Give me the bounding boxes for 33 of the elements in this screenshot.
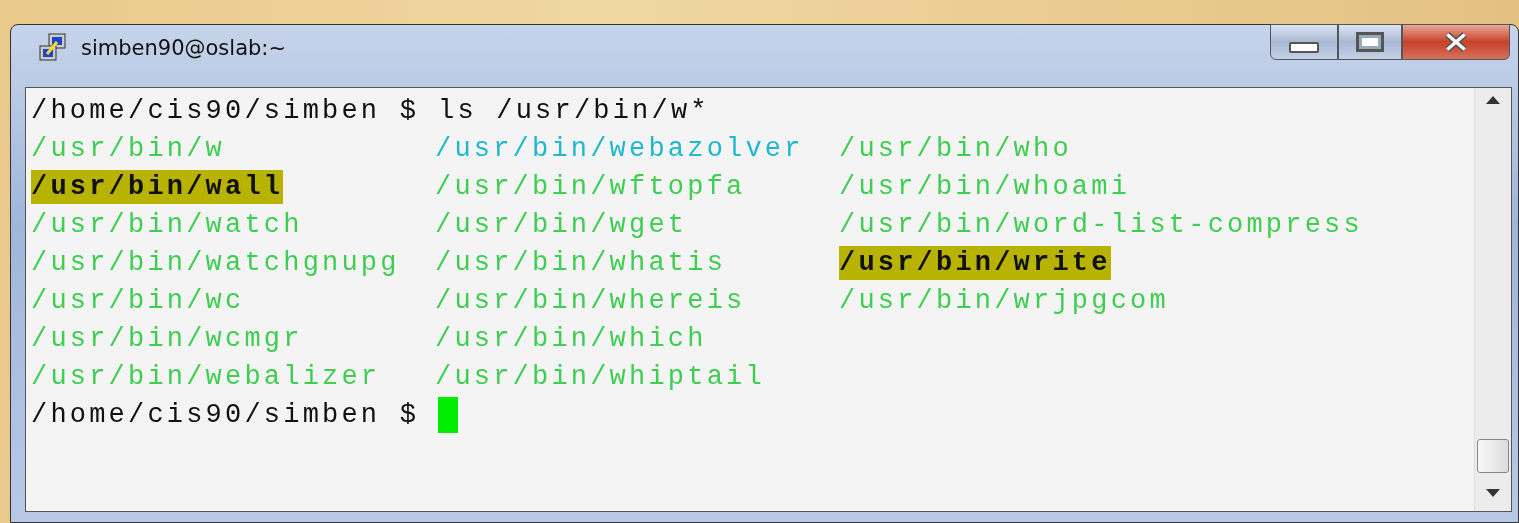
file-name: /usr/bin/write bbox=[839, 246, 1111, 280]
scroll-thumb[interactable] bbox=[1477, 439, 1509, 473]
file-name: /usr/bin/whatis bbox=[435, 247, 727, 280]
scroll-up-icon[interactable] bbox=[1486, 96, 1500, 104]
file-name: /usr/bin/whiptail bbox=[435, 361, 765, 394]
file-name: /usr/bin/wget bbox=[435, 209, 688, 242]
maximize-button[interactable] bbox=[1338, 24, 1402, 60]
window-title: simben90@oslab:~ bbox=[81, 36, 286, 60]
command-text: ls /usr/bin/w* bbox=[438, 95, 710, 128]
file-name: /usr/bin/who bbox=[839, 133, 1072, 166]
shell-prompt: /home/cis90/simben $ bbox=[31, 399, 420, 432]
close-icon bbox=[1443, 31, 1469, 53]
file-name: /usr/bin/wc bbox=[31, 285, 245, 318]
file-name: /usr/bin/wrjpgcom bbox=[839, 285, 1169, 318]
file-name: /usr/bin/w bbox=[31, 133, 226, 166]
file-name: /usr/bin/webalizer bbox=[31, 361, 381, 394]
computers-icon bbox=[37, 32, 69, 64]
scroll-down-icon[interactable] bbox=[1486, 489, 1500, 497]
file-name: /usr/bin/whereis bbox=[435, 285, 746, 318]
file-name: /usr/bin/which bbox=[435, 323, 707, 356]
shell-prompt: /home/cis90/simben $ bbox=[31, 95, 420, 128]
file-name: /usr/bin/watch bbox=[31, 209, 303, 242]
file-name: /usr/bin/wftopfa bbox=[435, 171, 746, 204]
file-name: /usr/bin/watchgnupg bbox=[31, 247, 400, 280]
file-name: /usr/bin/webazolver bbox=[435, 133, 804, 166]
file-name: /usr/bin/wcmgr bbox=[31, 323, 303, 356]
text-cursor bbox=[438, 397, 459, 433]
file-name: /usr/bin/word-list-compress bbox=[839, 209, 1363, 242]
file-name: /usr/bin/whoami bbox=[839, 171, 1131, 204]
scrollbar[interactable] bbox=[1474, 88, 1511, 511]
close-button[interactable] bbox=[1402, 24, 1510, 60]
file-name: /usr/bin/wall bbox=[31, 170, 284, 204]
minimize-button[interactable] bbox=[1270, 24, 1338, 60]
